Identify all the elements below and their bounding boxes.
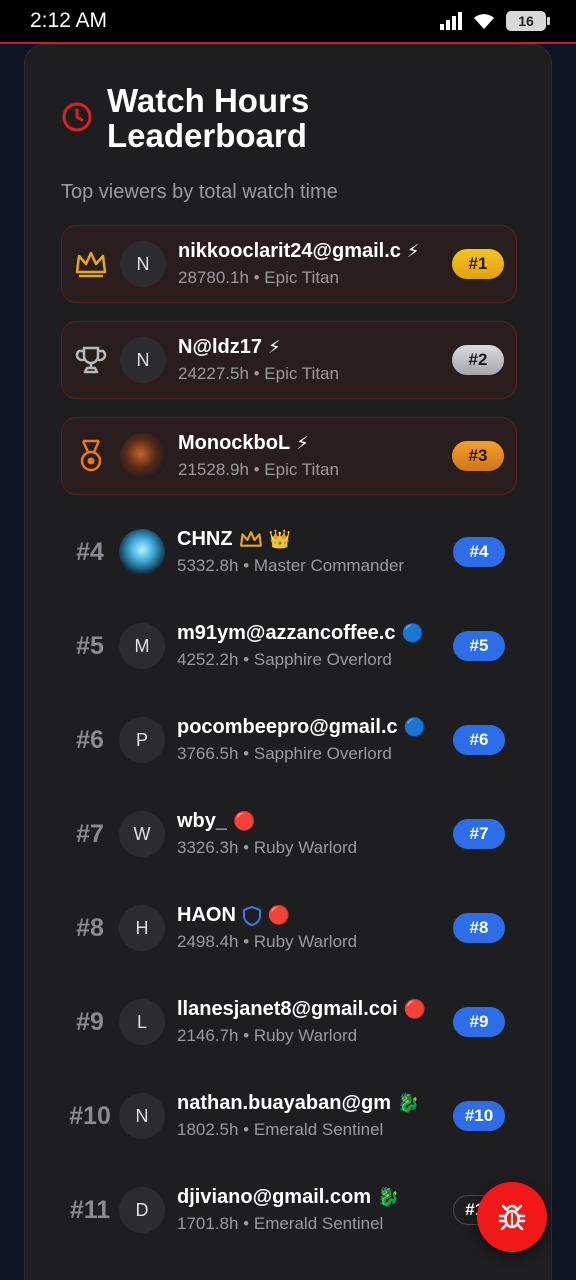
leaderboard-row[interactable]: #7 W wby_ 🔴 3326.3h • Ruby Warlord #7 (61, 795, 517, 873)
crown-outline-icon (239, 530, 262, 547)
rank-number: #5 (76, 631, 104, 660)
rank-number: #9 (76, 1007, 104, 1036)
medal-icon (80, 439, 102, 472)
page-subtitle: Top viewers by total watch time (61, 181, 338, 203)
user-name: pocombeepro@gmail.c (177, 716, 398, 738)
avatar: W (119, 811, 165, 857)
user-name: wby_ (177, 810, 228, 832)
leaderboard-header: Watch Hours Leaderboard Top viewers by t… (61, 83, 521, 204)
rank-number: #11 (69, 1195, 111, 1224)
page-title: Watch Hours Leaderboard (107, 82, 310, 154)
rank-pill: #5 (453, 631, 505, 661)
rank-pill: #10 (453, 1101, 505, 1131)
leaderboard-row[interactable]: #6 P pocombeepro@gmail.c 🔵 3766.5h • Sap… (61, 701, 517, 779)
user-name: djiviano@gmail.com (177, 1186, 371, 1208)
battery-icon: 16 (506, 11, 550, 31)
avatar: L (119, 999, 165, 1045)
user-name: nathan.buayaban@gm (177, 1092, 391, 1114)
rank-pill: #1 (452, 249, 504, 279)
leaderboard-row[interactable]: #11 D djiviano@gmail.com 🐉 1701.8h • Eme… (61, 1171, 517, 1249)
rank-pill: #2 (452, 345, 504, 375)
leaderboard-row[interactable]: N N@ldz17 ⚡ 24227.5h • Epic Titan #2 (61, 321, 517, 399)
status-time: 2:12 AM (30, 9, 108, 32)
rank-number: #10 (69, 1101, 111, 1130)
bug-icon (498, 1204, 526, 1231)
battery-level: 16 (518, 13, 534, 29)
avatar: D (119, 1187, 165, 1233)
leaderboard-row[interactable]: MonockboL ⚡ 21528.9h • Epic Titan #3 (61, 417, 517, 495)
rank-number: #7 (76, 819, 104, 848)
trophy-icon (75, 346, 107, 374)
leaderboard-row[interactable]: #8 H HAON 🔴 2498.4h • Ruby Warlord #8 (61, 889, 517, 967)
leaderboard-card: Watch Hours Leaderboard Top viewers by t… (24, 44, 552, 1280)
signal-icon (440, 12, 462, 30)
tier-badge-icon: 🔴 (233, 811, 256, 831)
avatar: N (119, 1093, 165, 1139)
user-name: nikkooclarit24@gmail.c (178, 240, 401, 262)
avatar-image (119, 529, 165, 575)
rank-number: #6 (76, 725, 104, 754)
user-name: N@ldz17 (178, 336, 262, 358)
watch-hours: 21528.9h • Epic Titan (178, 460, 339, 479)
clock-icon (62, 102, 92, 132)
status-bar: 2:12 AM 16 (0, 0, 576, 44)
watch-hours: 1701.8h • Emerald Sentinel (177, 1214, 384, 1233)
rank-pill: #6 (453, 725, 505, 755)
watch-hours: 1802.5h • Emerald Sentinel (177, 1120, 384, 1139)
tier-badge-icon: 🔴 (267, 905, 291, 925)
leaderboard-row[interactable]: #5 M m91ym@azzancoffee.c 🔵 4252.2h • Sap… (61, 607, 517, 685)
tier-badge-icon: ⚡ (406, 241, 420, 261)
avatar: P (119, 717, 165, 763)
rank-number: #8 (76, 913, 104, 942)
rank-pill: #3 (452, 441, 504, 471)
rank-pill: #8 (453, 913, 505, 943)
user-name: HAON (177, 904, 236, 926)
tier-badge-icon: 🐉 (376, 1187, 400, 1207)
avatar: N (120, 337, 166, 383)
tier-badge-icon: 🔴 (403, 999, 427, 1019)
watch-hours: 28780.1h • Epic Titan (178, 268, 339, 287)
tier-badge-icon: ⚡ (267, 337, 281, 357)
leaderboard-row[interactable]: #9 L llanesjanet8@gmail.coi 🔴 2146.7h • … (61, 983, 517, 1061)
avatar: H (119, 905, 165, 951)
avatar: M (119, 623, 165, 669)
user-name: llanesjanet8@gmail.coi (177, 998, 398, 1020)
shield-icon (242, 905, 261, 926)
rank-pill: #9 (453, 1007, 505, 1037)
bug-report-button[interactable] (477, 1182, 547, 1252)
crown-icon (75, 251, 107, 278)
leaderboard-row[interactable]: N nikkooclarit24@gmail.c ⚡ 28780.1h • Ep… (61, 225, 517, 303)
tier-badge-icon: 🔵 (403, 717, 427, 737)
watch-hours: 2146.7h • Ruby Warlord (177, 1026, 358, 1045)
watch-hours: 3766.5h • Sapphire Overlord (177, 744, 392, 763)
status-icons: 16 (440, 11, 550, 31)
tier-badge-icon: 🔵 (401, 623, 424, 643)
rank-pill: #7 (453, 819, 505, 849)
watch-hours: 24227.5h • Epic Titan (178, 364, 339, 383)
leaderboard-row[interactable]: #4 CHNZ 👑 5332.8h • Master Commander #4 (61, 513, 517, 591)
user-name: m91ym@azzancoffee.c (177, 622, 396, 644)
user-name: MonockboL (178, 432, 291, 454)
tier-badge-icon: 👑 (268, 529, 291, 549)
wifi-icon (474, 14, 494, 29)
watch-hours: 4252.2h • Sapphire Overlord (177, 650, 392, 669)
watch-hours: 3326.3h • Ruby Warlord (177, 838, 358, 857)
leaderboard-row[interactable]: #10 N nathan.buayaban@gm 🐉 1802.5h • Eme… (61, 1077, 517, 1155)
rank-pill: #4 (453, 537, 505, 567)
user-name: CHNZ (177, 528, 233, 550)
avatar-image (120, 433, 166, 479)
watch-hours: 5332.8h • Master Commander (177, 556, 405, 575)
tier-badge-icon: ⚡ (296, 433, 309, 453)
tier-badge-icon: 🐉 (396, 1093, 420, 1113)
avatar: N (120, 241, 166, 287)
watch-hours: 2498.4h • Ruby Warlord (177, 932, 358, 951)
rank-number: #4 (76, 537, 104, 566)
